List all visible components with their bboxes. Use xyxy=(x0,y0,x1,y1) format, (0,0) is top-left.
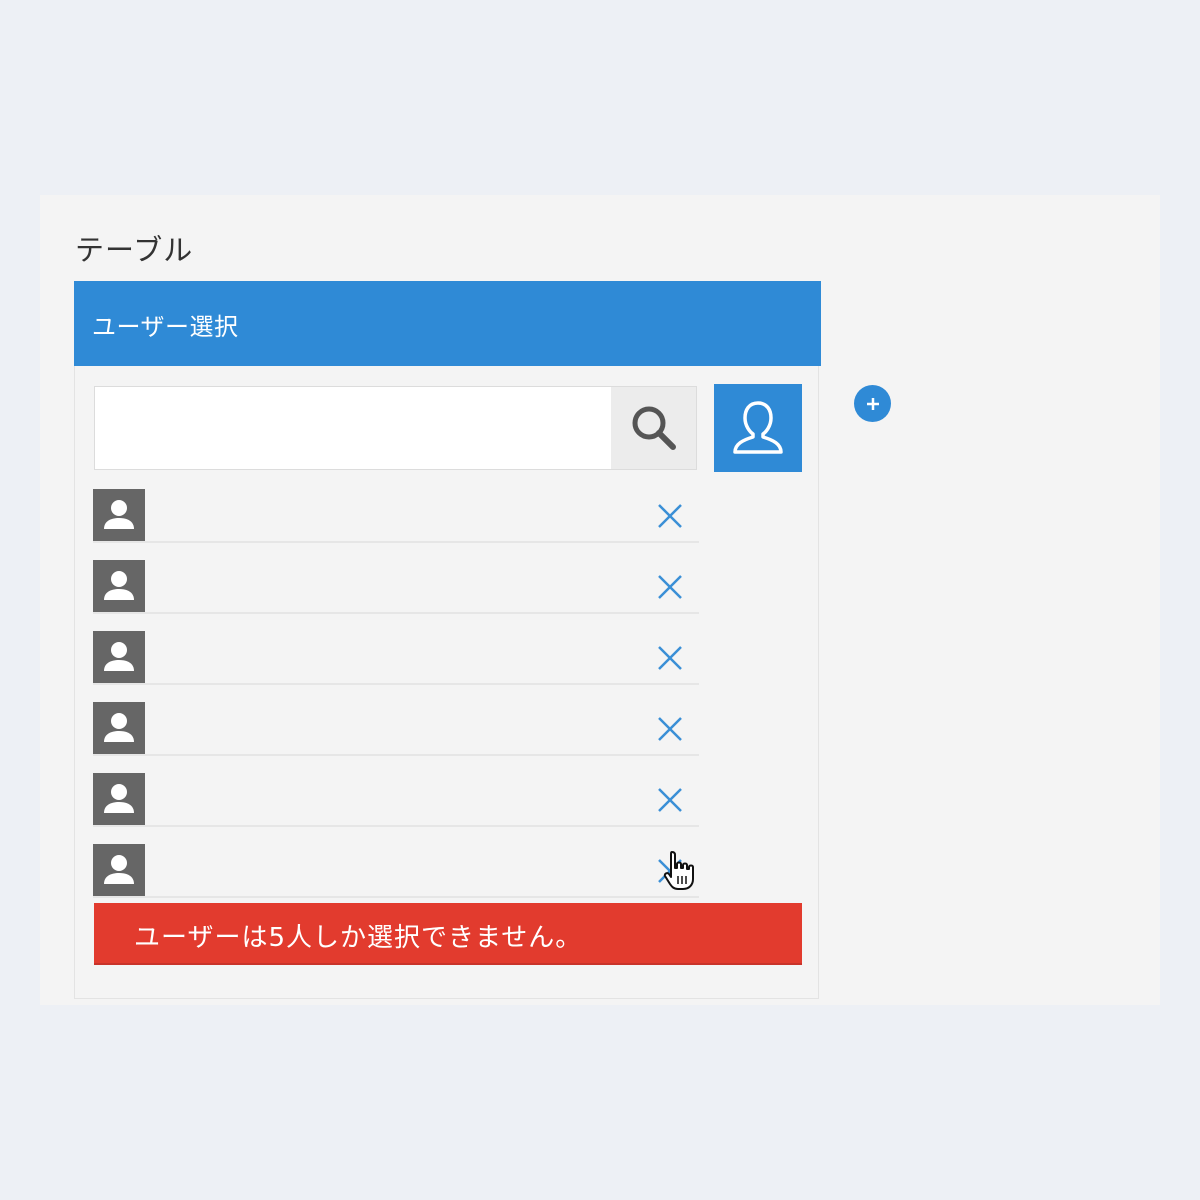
add-row-button[interactable] xyxy=(854,385,891,422)
avatar xyxy=(93,631,145,683)
close-icon xyxy=(658,646,682,670)
close-icon xyxy=(658,504,682,528)
list-item xyxy=(93,702,699,756)
user-silhouette-icon xyxy=(104,500,134,529)
avatar xyxy=(93,489,145,541)
remove-user-button[interactable] xyxy=(655,856,685,886)
list-item xyxy=(93,844,699,898)
user-silhouette-icon xyxy=(104,713,134,742)
table-title: テーブル xyxy=(75,233,194,267)
selected-users-list xyxy=(93,489,699,915)
avatar xyxy=(93,844,145,896)
avatar xyxy=(93,560,145,612)
avatar xyxy=(93,702,145,754)
column-header-label: ユーザー選択 xyxy=(92,313,239,341)
user-silhouette-icon xyxy=(104,642,134,671)
user-outline-icon xyxy=(733,401,783,454)
list-item xyxy=(93,489,699,543)
error-message: ユーザーは5人しか選択できません。 xyxy=(134,923,583,953)
list-item xyxy=(93,631,699,685)
user-silhouette-icon xyxy=(104,855,134,884)
table-header: ユーザー選択 xyxy=(74,281,821,366)
remove-user-button[interactable] xyxy=(655,643,685,673)
close-icon xyxy=(658,717,682,741)
user-picker-button[interactable] xyxy=(714,384,802,472)
search-input[interactable] xyxy=(95,387,610,469)
remove-user-button[interactable] xyxy=(655,572,685,602)
user-silhouette-icon xyxy=(104,784,134,813)
search-button[interactable] xyxy=(611,387,696,469)
table-box: ユーザー選択 ユーザーは5人しか選択できません。 xyxy=(74,281,821,999)
table-panel: テーブル ユーザー選択 ユーザーは5人しか選択できません。 xyxy=(40,195,1160,1005)
remove-user-button[interactable] xyxy=(655,714,685,744)
remove-user-button[interactable] xyxy=(655,785,685,815)
close-icon xyxy=(658,859,682,883)
search-icon xyxy=(632,406,676,450)
remove-user-button[interactable] xyxy=(655,501,685,531)
close-icon xyxy=(658,788,682,812)
user-search-field xyxy=(94,386,697,470)
list-item xyxy=(93,773,699,827)
list-item xyxy=(93,560,699,614)
error-message-bar: ユーザーは5人しか選択できません。 xyxy=(94,903,802,965)
avatar xyxy=(93,773,145,825)
user-silhouette-icon xyxy=(104,571,134,600)
plus-icon xyxy=(866,397,879,410)
close-icon xyxy=(658,575,682,599)
